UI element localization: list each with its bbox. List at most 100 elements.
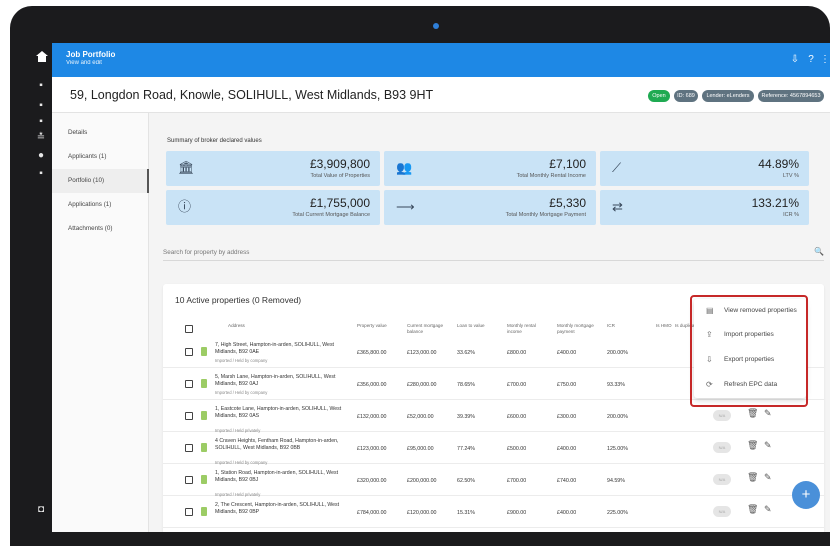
lenders-icon[interactable]: ▪ [35,116,47,128]
summary-card: 👥 £7,100 Total Monthly Rental Income [384,151,596,186]
card-label: Total Monthly Mortgage Payment [505,212,586,218]
jobs-icon[interactable]: ▪ [35,80,47,92]
id-badge: ID: 689 [674,90,698,102]
row-address[interactable]: 1, Station Road, Hampton-in-arden, SOLIH… [215,470,345,484]
page-title: 59, Longdon Road, Knowle, SOLIHULL, West… [70,88,434,102]
card-value: £5,330 [549,196,586,210]
row-tag: Imported / Held by company [215,390,268,395]
download-job-icon[interactable]: ⇩ [788,53,802,67]
row-ltv: 39.39% [457,414,475,420]
row-balance: £280,000.00 [407,382,437,388]
card-label: ICR % [783,212,799,218]
select-all-checkbox[interactable] [185,325,193,333]
nav-item-details[interactable]: Details [52,121,149,145]
search-icon[interactable]: 🔍 [814,247,824,256]
property-icon [201,443,207,452]
edit-icon[interactable]: ✎ [764,408,772,419]
property-icon [201,507,207,516]
delete-icon[interactable]: 🗑 [747,504,758,515]
row-balance: £52,000.00 [407,414,434,420]
table-row[interactable]: 2, The Crescent, Hampton-in-arden, SOLIH… [163,497,824,528]
card-value: £7,100 [549,157,586,171]
row-rent: £800.00 [507,350,527,356]
row-ltv: 77.24% [457,446,475,452]
app-subtitle: View and edit [66,60,102,66]
table-row[interactable]: 1, Station Road, Hampton-in-arden, SOLIH… [163,465,824,497]
summary-card: ⓘ £1,755,000 Total Current Mortgage Bala… [166,190,380,225]
logout-icon[interactable]: ◘ [35,504,47,516]
app-screen: ▪ ▪ ▪ ≛ ● ▪ ◘ Job Portfolio View and edi… [31,43,830,532]
arrow-right-icon: ⟶ [396,199,415,214]
more-vert-icon[interactable]: ⋮ [818,53,830,67]
row-payment: £750.00 [557,382,577,388]
row-checkbox[interactable] [185,476,193,484]
row-payment: £400.00 [557,446,577,452]
team-icon[interactable]: ≛ [35,132,47,144]
epc-pill: N/A [713,474,731,485]
add-property-button[interactable]: + [792,481,820,509]
row-payment: £400.00 [557,510,577,516]
card-value: 133.21% [751,196,799,210]
row-rent: £500.00 [507,446,527,452]
row-rent: £700.00 [507,382,527,388]
row-balance: £200,000.00 [407,478,437,484]
row-checkbox[interactable] [185,412,193,420]
nav-item-applicants[interactable]: Applicants (1) [52,145,149,169]
bank-icon: 🏛 [178,160,195,175]
delete-icon[interactable]: 🗑 [747,408,758,419]
edit-icon[interactable]: ✎ [764,504,772,515]
row-checkbox[interactable] [185,348,193,356]
app-title: Job Portfolio [66,50,116,59]
row-address[interactable]: 7, High Street, Hampton-in-arden, SOLIHU… [215,342,345,356]
nav-item-attachments[interactable]: Attachments (0) [52,217,149,241]
delete-icon[interactable]: 🗑 [747,472,758,483]
row-payment: £740.00 [557,478,577,484]
nav-item-portfolio[interactable]: Portfolio (10) [52,169,149,193]
delete-icon[interactable]: 🗑 [747,440,758,451]
top-bar: Job Portfolio View and edit ⇩ ? ⋮ [36,43,830,77]
table-row[interactable]: 4 Craven Heights, Fentham Road, Hampton-… [163,433,824,465]
column-header: Property value [357,323,387,328]
help-icon[interactable]: ? [804,53,818,67]
row-address[interactable]: 4 Craven Heights, Fentham Road, Hampton-… [215,438,345,452]
summary-title: Summary of broker declared values [167,138,262,144]
card-label: Total Current Mortgage Balance [292,212,370,218]
row-checkbox[interactable] [185,444,193,452]
edit-icon[interactable]: ✎ [764,440,772,451]
card-value: 44.89% [758,157,799,171]
reference-badge: Reference: 4567894653 [758,90,824,102]
row-address[interactable]: 1, Eastcote Lane, Hampton-in-arden, SOLI… [215,406,345,420]
row-value: £320,000.00 [357,478,387,484]
row-icr: 125.00% [607,446,628,452]
row-ltv: 15.31% [457,510,475,516]
row-value: £365,800.00 [357,350,387,356]
column-header: ICR [607,323,615,328]
status-badge: Open [648,90,670,102]
trend-icon: ⟋ [612,160,622,175]
row-checkbox[interactable] [185,380,193,388]
row-address[interactable]: 5, Marsh Lane, Hampton-in-arden, SOLIHUL… [215,374,345,388]
row-value: £132,000.00 [357,414,387,420]
nav-item-applications[interactable]: Applications (1) [52,193,149,217]
column-header: Loan to value [457,323,485,328]
card-label: Total Monthly Rental Income [516,173,586,179]
clients-icon[interactable]: ▪ [35,100,47,112]
row-checkbox[interactable] [185,508,193,516]
column-header: Current mortgage balance [407,323,444,334]
page-header: 59, Longdon Road, Knowle, SOLIHULL, West… [52,77,830,113]
card-label: LTV % [782,173,799,179]
reports-icon[interactable]: ▪ [35,168,47,180]
column-header: Monthly rental income [507,323,536,334]
settings-icon[interactable]: ● [35,150,47,162]
search-input[interactable]: Search for property by address 🔍 [163,247,824,261]
info-icon: ⓘ [178,199,192,214]
row-balance: £123,000.00 [407,350,437,356]
row-tag: Imported / Held by company [215,358,268,363]
property-icon [201,347,207,356]
epc-pill: N/A [713,410,731,421]
row-address[interactable]: 2, The Crescent, Hampton-in-arden, SOLIH… [215,502,345,516]
row-icr: 93.33% [607,382,625,388]
row-rent: £600.00 [507,414,527,420]
row-rent: £700.00 [507,478,527,484]
edit-icon[interactable]: ✎ [764,472,772,483]
